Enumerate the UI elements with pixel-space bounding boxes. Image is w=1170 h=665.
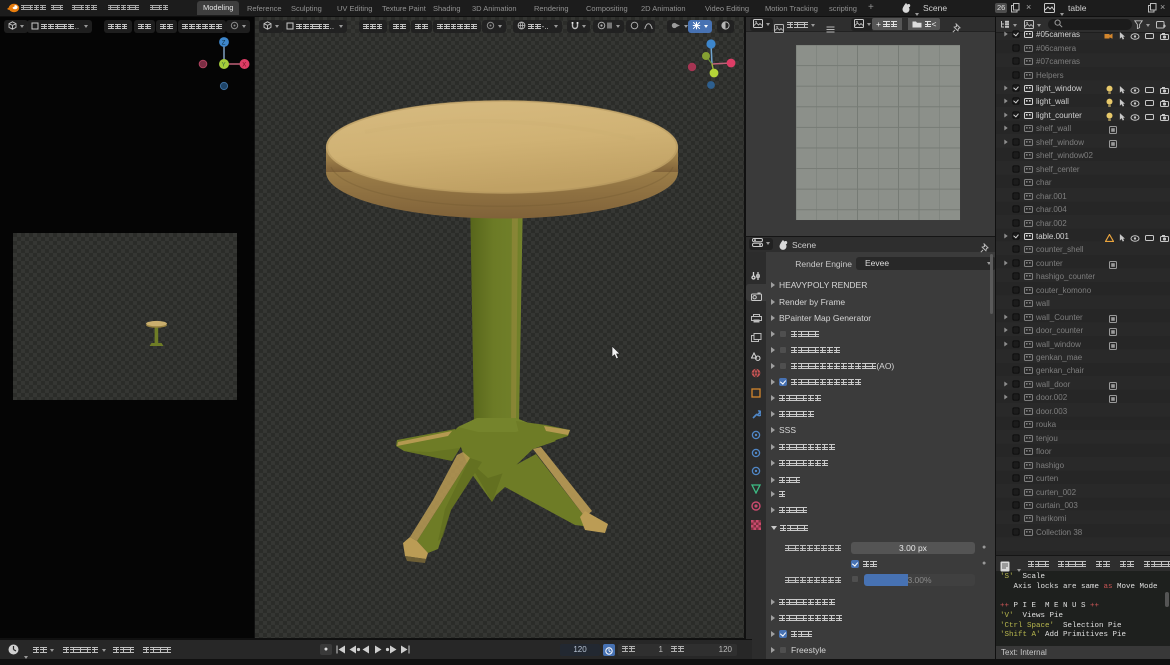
svg-text:Y: Y — [222, 63, 226, 69]
svg-text:X: X — [242, 63, 246, 69]
svg-text:Z: Z — [222, 41, 226, 47]
